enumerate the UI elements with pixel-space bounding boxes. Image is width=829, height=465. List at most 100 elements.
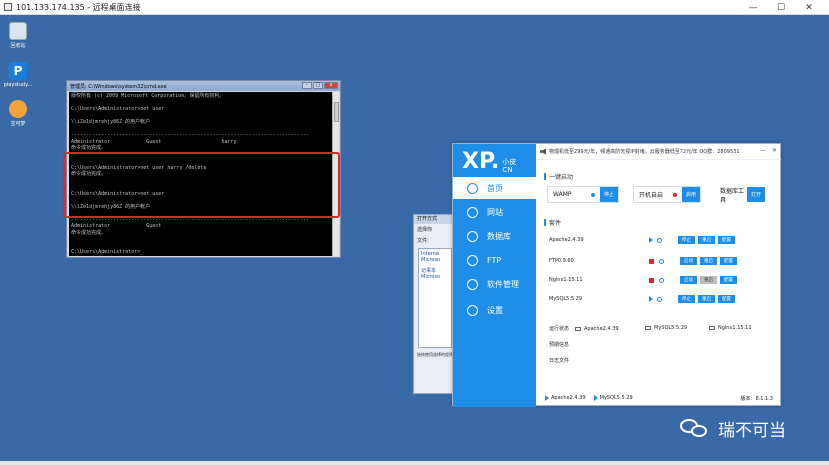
wamp-label: WAMP — [553, 191, 572, 198]
nav-home[interactable]: 首页 — [453, 177, 536, 199]
ftp-icon — [467, 254, 478, 266]
nav-label: 网站 — [487, 207, 503, 217]
scroll-thumb[interactable] — [334, 102, 339, 122]
nginx-config-button[interactable]: 配置 — [720, 276, 737, 284]
xp-minimize-button[interactable]: — — [760, 147, 766, 154]
logo-subtext: 小皮 CN — [502, 158, 516, 174]
program-list: Interne Microso 记事本 Microso — [418, 248, 452, 348]
xp-statusbar: Apache2.4.39 MySQL5.5.29 版本：8.1.1.3 — [545, 393, 777, 403]
autostart-label: 开机自启 — [639, 192, 664, 199]
watermark-text: 瑞不可当 — [718, 420, 786, 441]
cmd-minimize-button[interactable]: - — [302, 82, 312, 89]
autostart-enable-button[interactable]: 启用 — [681, 187, 700, 202]
service-name: FTP0.9.60 — [549, 258, 574, 264]
taskbar-strip — [0, 461, 829, 465]
desktop-icon-recycle-bin[interactable]: 回收站 — [2, 22, 34, 49]
sliders-icon — [467, 278, 478, 290]
minimize-button[interactable]: — — [739, 0, 767, 15]
cmd-window-controls: - □ x — [302, 82, 338, 89]
cmd-line: C:\Users\Administrator>_ — [71, 249, 144, 255]
xp-topbar: 物理机低至299元/年，频通高防无视IP封堵，云服务器低至72元/年 QQ群：2… — [536, 144, 781, 160]
ftp-start-button[interactable]: 启动 — [680, 257, 697, 265]
run-status-label: 运行状态 — [549, 326, 570, 332]
cmd-close-button[interactable]: x — [324, 82, 338, 89]
logo-sub-1: 小皮 — [502, 158, 517, 166]
xp-logo: XP. 小皮 CN — [462, 149, 516, 175]
window-controls: — ☐ ✕ — [739, 0, 823, 15]
xp-window-controls: — ✕ — [760, 147, 777, 154]
nav-software[interactable]: 软件管理 — [453, 273, 536, 295]
running-icon — [649, 237, 653, 243]
nginx-start-button[interactable]: 启动 — [680, 276, 697, 284]
promo-text[interactable]: 物理机低至299元/年，频通高防无视IP封堵，云服务器低至72元/年 QQ群：2… — [549, 148, 740, 155]
desktop-icon-pokemon[interactable]: 宝可梦 — [2, 100, 34, 127]
folder-icon — [575, 326, 582, 331]
remote-desktop-icon — [4, 3, 12, 11]
status-mysql: MySQL5.5.29 — [599, 395, 633, 401]
status-apache: Apache2.4.39 — [551, 395, 586, 401]
db-tool-open-button[interactable]: 打开 — [746, 187, 765, 202]
expected-info-link[interactable]: 预期信息 — [549, 341, 569, 348]
wechat-icon — [680, 417, 710, 439]
program-item-notepad[interactable]: 记事本 Microso — [421, 267, 449, 280]
run-status: 运行状态 Apache2.4.39 — [549, 325, 619, 333]
xp-sidebar: XP. 小皮 CN 首页 网站 数据库 FTP 软件管理 设置 — [453, 144, 536, 407]
close-button[interactable]: ✕ — [795, 0, 823, 15]
apache-stop-button[interactable]: 停止 — [678, 236, 695, 244]
gear-icon — [467, 304, 478, 316]
highlight-box — [63, 152, 340, 218]
desktop-icon-label: 回收站 — [10, 43, 26, 49]
rdp-titlebar: 101.133.174.135 - 远程桌面连接 — ☐ ✕ — [0, 0, 829, 15]
folder-apache[interactable]: Apache2.4.39 — [584, 326, 619, 332]
apache-config-button[interactable]: 配置 — [718, 236, 735, 244]
nav-label: 首页 — [487, 183, 503, 193]
watermark: 瑞不可当 — [680, 414, 786, 442]
service-row-mysql: MySQL5.5.29 停止 重启 配置 — [549, 293, 769, 305]
service-row-ftp: FTP0.9.60 启动 重启 配置 — [549, 255, 769, 267]
service-name: MySQL5.5.29 — [549, 296, 583, 302]
logo-text: XP. — [462, 149, 500, 174]
speaker-icon — [540, 148, 546, 155]
stopped-icon — [649, 277, 654, 283]
ftp-restart-button[interactable]: 重启 — [700, 257, 717, 265]
folder-icon — [645, 326, 651, 330]
service-row-apache: Apache2.4.39 停止 重启 配置 — [549, 234, 769, 246]
ftp-config-button[interactable]: 配置 — [720, 257, 737, 265]
mysql-config-button[interactable]: 配置 — [718, 295, 735, 303]
db-tool-label: 数据库工具 — [720, 187, 745, 204]
recycle-bin-icon — [9, 22, 27, 40]
log-files-link[interactable]: 日志文件 — [549, 357, 569, 364]
dialog-line: 文件: — [417, 238, 429, 244]
running-icon — [649, 296, 653, 302]
cmd-maximize-button[interactable]: □ — [313, 82, 323, 89]
nav-label: FTP — [487, 255, 502, 265]
always-use-checkbox[interactable]: 始终使用选择的程序 — [414, 350, 456, 360]
section-bar — [544, 219, 546, 226]
nginx-restart-button[interactable]: 重启 — [700, 276, 717, 284]
folder-mysql[interactable]: MySQL5.5.29 — [654, 325, 687, 331]
program-item-ie[interactable]: Interne Microso — [421, 251, 449, 263]
folder-nginx[interactable]: Nginx1.15.11 — [718, 325, 752, 331]
mysql-restart-button[interactable]: 重启 — [698, 295, 715, 303]
desktop-icon-playstudy[interactable]: P playstudy... — [2, 62, 34, 88]
nav-label: 软件管理 — [487, 279, 519, 289]
gear-icon — [657, 296, 662, 302]
globe-icon — [467, 206, 478, 218]
nav-website[interactable]: 网站 — [453, 201, 536, 223]
section-label: 一键启动 — [549, 174, 574, 181]
autostart-control: 开机自启 启用 — [633, 186, 701, 203]
nav-settings[interactable]: 设置 — [453, 299, 536, 321]
gear-icon — [659, 258, 664, 264]
mysql-stop-button[interactable]: 停止 — [678, 295, 695, 303]
apache-restart-button[interactable]: 重启 — [698, 236, 715, 244]
xp-close-button[interactable]: ✕ — [772, 147, 777, 154]
rdp-title: 101.133.174.135 - 远程桌面连接 — [16, 2, 141, 12]
nav-label: 数据库 — [487, 231, 511, 241]
nav-ftp[interactable]: FTP — [453, 249, 536, 271]
maximize-button[interactable]: ☐ — [767, 0, 795, 15]
wamp-stop-button[interactable]: 停止 — [599, 187, 618, 202]
nav-database[interactable]: 数据库 — [453, 225, 536, 247]
stopped-icon — [649, 258, 654, 264]
status-dot — [672, 192, 677, 197]
db-tool-control: 数据库工具 打开 — [715, 186, 765, 204]
